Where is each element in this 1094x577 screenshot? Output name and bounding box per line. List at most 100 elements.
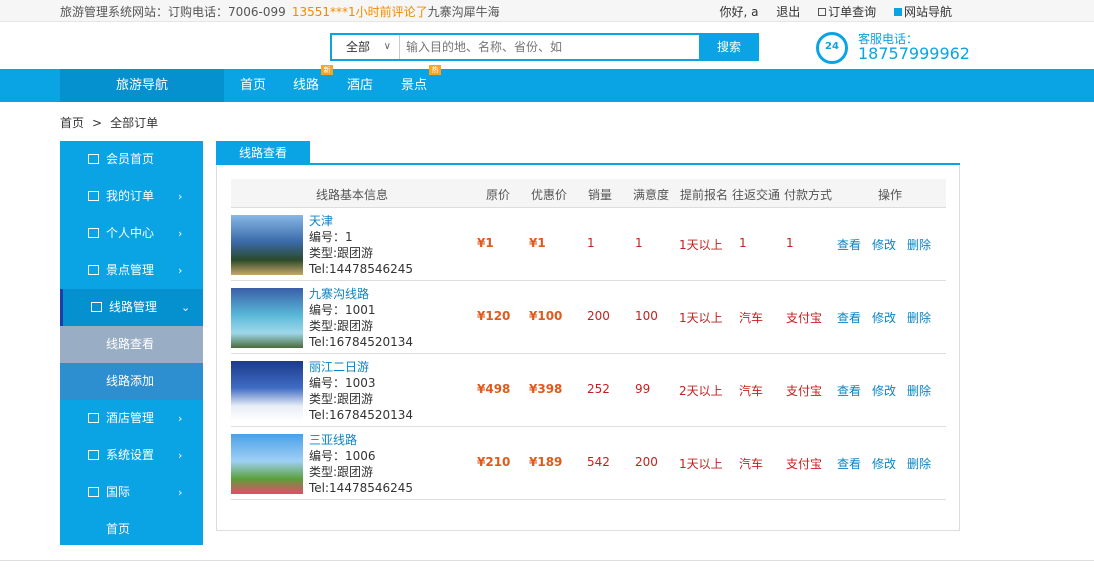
nav-item-attractions[interactable]: 景点热 bbox=[401, 65, 441, 102]
nav-item-hotels[interactable]: 酒店 bbox=[347, 69, 373, 102]
table-row: 九寨沟线路 编号：1001 类型:跟团游 Tel:16784520134 ¥120 ¥10… bbox=[231, 281, 946, 354]
route-info: 丽江二日游 编号：1003 类型:跟团游 Tel:16784520134 bbox=[309, 359, 413, 423]
route-tel: Tel:16784520134 bbox=[309, 408, 414, 422]
sidebar-item-member-home[interactable]: 会员首页 bbox=[60, 141, 203, 178]
original-price: ¥120 bbox=[477, 309, 511, 323]
col-basic-info: 线路基本信息 bbox=[316, 188, 389, 202]
discount-price: ¥100 bbox=[529, 309, 563, 323]
table-row: 丽江二日游 编号：1003 类型:跟团游 Tel:16784520134 ¥498 ¥39… bbox=[231, 354, 946, 427]
hot-tag: 热 bbox=[429, 65, 441, 75]
sidebar-item-routes[interactable]: 线路管理 ⌄ bbox=[60, 289, 203, 326]
route-type: 类型:跟团游 bbox=[309, 465, 374, 479]
route-thumbnail[interactable] bbox=[231, 215, 303, 275]
col-advance-signup: 提前报名 bbox=[680, 188, 729, 202]
table-row: 天津 编号：1 类型:跟团游 Tel:14478546245 ¥1 ¥1 1 1 1天以上 1 1 查… bbox=[231, 208, 946, 281]
search-button[interactable]: 搜索 bbox=[699, 33, 759, 61]
phone-24h-icon: 24 bbox=[816, 32, 848, 64]
table-header: 线路基本信息 原价 优惠价 销量 满意度 提前报名 往返交通 付款方式 操作 bbox=[231, 179, 946, 208]
breadcrumb-current: 全部订单 bbox=[110, 116, 159, 130]
home-icon bbox=[88, 154, 99, 164]
payment-method: 支付宝 bbox=[786, 311, 823, 325]
edit-link[interactable]: 修改 bbox=[872, 455, 896, 472]
col-satisfaction: 满意度 bbox=[633, 188, 670, 202]
sidebar-item-attractions[interactable]: 景点管理 › bbox=[60, 252, 203, 289]
route-name-link[interactable]: 丽江二日游 bbox=[309, 359, 413, 375]
delete-link[interactable]: 删除 bbox=[907, 309, 931, 326]
route-name-link[interactable]: 天津 bbox=[309, 213, 413, 229]
col-discount-price: 优惠价 bbox=[531, 188, 568, 202]
delete-link[interactable]: 删除 bbox=[907, 455, 931, 472]
nav-item-home[interactable]: 首页 bbox=[240, 69, 266, 102]
search-category-select[interactable]: 全部 ∨ bbox=[332, 35, 400, 59]
edit-link[interactable]: 修改 bbox=[872, 309, 896, 326]
edit-link[interactable]: 修改 bbox=[872, 236, 896, 253]
route-tel: Tel:16784520134 bbox=[309, 335, 414, 349]
view-link[interactable]: 查看 bbox=[837, 455, 861, 472]
route-tel: Tel:14478546245 bbox=[309, 262, 414, 276]
customer-hotline: 24 客服电话： 18757999962 bbox=[816, 30, 976, 66]
hotline-number: 18757999962 bbox=[858, 44, 970, 63]
main-nav: 旅游导航 首页 线路新 酒店 景点热 bbox=[0, 65, 1094, 102]
delete-link[interactable]: 删除 bbox=[907, 236, 931, 253]
chevron-right-icon: › bbox=[178, 486, 183, 499]
edit-link[interactable]: 修改 bbox=[872, 382, 896, 399]
sales-count: 542 bbox=[587, 455, 610, 469]
transport-mode: 汽车 bbox=[739, 457, 764, 471]
nav-item-routes[interactable]: 线路新 bbox=[293, 65, 333, 102]
route-code: 编号：1001 bbox=[309, 303, 376, 317]
route-thumbnail[interactable] bbox=[231, 361, 303, 421]
route-tel: Tel:14478546245 bbox=[309, 481, 414, 495]
advance-signup: 2天以上 bbox=[679, 384, 723, 398]
route-type: 类型:跟团游 bbox=[309, 246, 374, 260]
sidebar-item-home[interactable]: 首页 bbox=[60, 511, 203, 548]
payment-method: 支付宝 bbox=[786, 384, 823, 398]
sidebar-item-hotels[interactable]: 酒店管理 › bbox=[60, 400, 203, 437]
chevron-right-icon: › bbox=[178, 190, 183, 203]
breadcrumb-separator: > bbox=[92, 116, 103, 130]
site-nav-link[interactable]: 网站导航 bbox=[893, 5, 952, 19]
card-icon bbox=[88, 413, 99, 423]
sidebar-item-system-settings[interactable]: 系统设置 › bbox=[60, 437, 203, 474]
route-name-link[interactable]: 九寨沟线路 bbox=[309, 286, 413, 302]
chevron-right-icon: › bbox=[178, 264, 183, 277]
col-original-price: 原价 bbox=[486, 188, 511, 202]
travel-guide-menu[interactable]: 旅游导航 bbox=[60, 69, 224, 102]
advance-signup: 1天以上 bbox=[679, 457, 723, 471]
sidebar-item-international[interactable]: 国际 › bbox=[60, 474, 203, 511]
satisfaction-value: 100 bbox=[635, 309, 658, 323]
view-link[interactable]: 查看 bbox=[837, 309, 861, 326]
col-transport: 往返交通 bbox=[732, 188, 781, 202]
sidebar-subitem-route-add[interactable]: 线路添加 bbox=[60, 363, 203, 400]
top-ticker: 旅游管理系统网站：订购电话：7006-099 13551***1小时前评论了九寨… bbox=[60, 3, 500, 20]
sales-count: 1 bbox=[587, 236, 595, 250]
view-link[interactable]: 查看 bbox=[837, 382, 861, 399]
card-icon bbox=[88, 450, 99, 460]
new-tag: 新 bbox=[321, 65, 333, 75]
chevron-right-icon: › bbox=[178, 227, 183, 240]
search-input[interactable] bbox=[402, 37, 690, 57]
route-type: 类型:跟团游 bbox=[309, 392, 374, 406]
route-type: 类型:跟团游 bbox=[309, 319, 374, 333]
breadcrumb-home[interactable]: 首页 bbox=[60, 116, 84, 130]
card-icon bbox=[88, 265, 99, 275]
ticker-text[interactable]: 九寨沟犀牛海 bbox=[428, 5, 500, 19]
payment-method: 1 bbox=[786, 236, 794, 250]
grid-icon bbox=[893, 8, 902, 16]
globe-icon bbox=[88, 487, 99, 497]
route-name-link[interactable]: 三亚线路 bbox=[309, 432, 413, 448]
delete-link[interactable]: 删除 bbox=[907, 382, 931, 399]
advance-signup: 1天以上 bbox=[679, 238, 723, 252]
document-icon bbox=[88, 191, 99, 201]
route-thumbnail[interactable] bbox=[231, 288, 303, 348]
footer-divider bbox=[0, 560, 1094, 561]
tab-route-view[interactable]: 线路查看 bbox=[216, 141, 310, 165]
sidebar-item-my-orders[interactable]: 我的订单 › bbox=[60, 178, 203, 215]
route-thumbnail[interactable] bbox=[231, 434, 303, 494]
discount-price: ¥398 bbox=[529, 382, 563, 396]
logout-link[interactable]: 退出 bbox=[776, 5, 800, 19]
sidebar-subitem-route-view[interactable]: 线路查看 bbox=[60, 326, 203, 363]
tab-bar: 线路查看 bbox=[216, 141, 960, 165]
order-query-link[interactable]: 订单查询 bbox=[818, 5, 876, 19]
view-link[interactable]: 查看 bbox=[837, 236, 861, 253]
sidebar-item-personal-center[interactable]: 个人中心 › bbox=[60, 215, 203, 252]
